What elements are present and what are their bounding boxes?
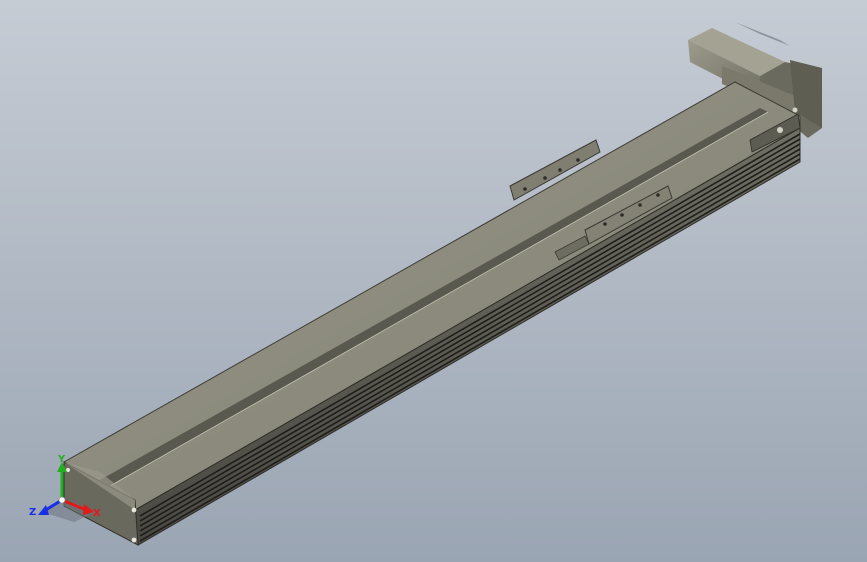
triad-origin xyxy=(58,496,66,504)
z-axis-label: Z xyxy=(29,507,36,518)
slot-edge xyxy=(109,111,769,487)
model-view[interactable]: Y X Z xyxy=(0,0,867,562)
motor-shadow xyxy=(735,22,790,46)
y-axis-label: Y xyxy=(57,454,66,465)
z-axis-arrow xyxy=(38,505,49,515)
graphics-viewport[interactable]: Y X Z xyxy=(0,0,867,562)
x-axis-label: X xyxy=(93,508,101,519)
center-slot xyxy=(100,108,768,486)
